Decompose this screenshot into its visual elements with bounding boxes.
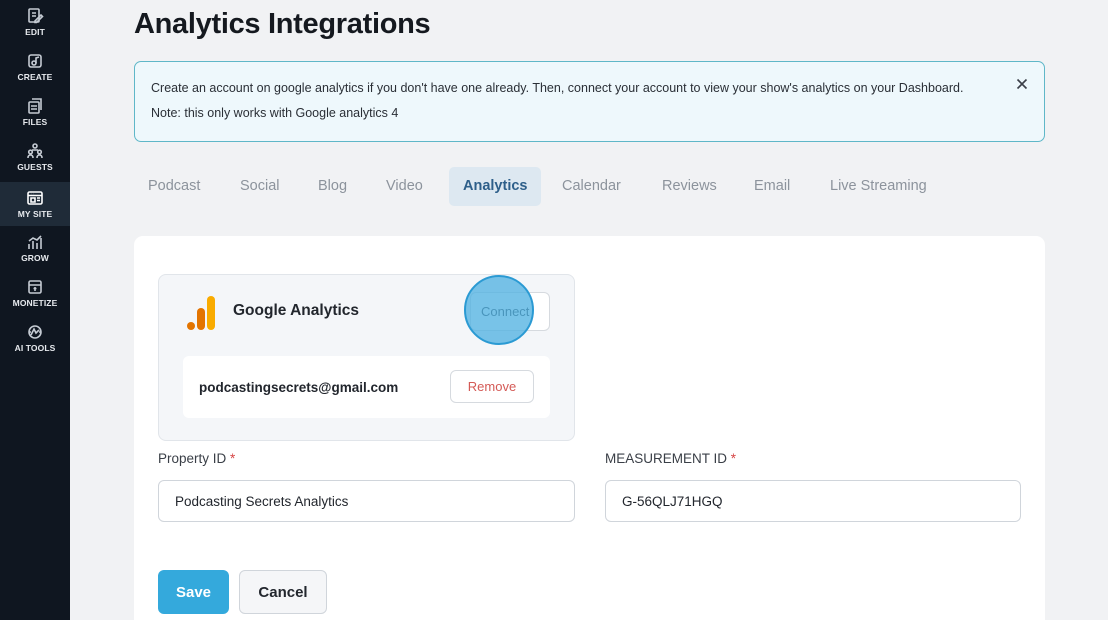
required-marker: * bbox=[230, 451, 236, 466]
sidebar-item-label: AI TOOLS bbox=[14, 343, 56, 353]
ai-tools-icon bbox=[28, 325, 42, 339]
tab-analytics[interactable]: Analytics bbox=[449, 167, 542, 206]
sidebar-item-label: GROW bbox=[21, 253, 49, 263]
save-button[interactable]: Save bbox=[158, 570, 229, 614]
monetize-icon bbox=[28, 280, 42, 294]
tab-email[interactable]: Email bbox=[740, 167, 804, 206]
property-id-input[interactable] bbox=[158, 480, 575, 522]
sidebar-item-files[interactable]: FILES bbox=[0, 90, 70, 134]
sidebar-item-create[interactable]: CREATE bbox=[0, 45, 70, 89]
info-text: Create an account on google analytics if… bbox=[151, 81, 964, 95]
measurement-id-label: MEASUREMENT ID * bbox=[605, 451, 737, 466]
edit-icon bbox=[28, 8, 44, 24]
sidebar: EDIT CREATE FILES GUESTS MY SITE GROW MO… bbox=[0, 0, 70, 620]
account-email: podcastingsecrets@gmail.com bbox=[199, 380, 399, 395]
google-analytics-logo-icon bbox=[187, 296, 215, 330]
create-icon bbox=[28, 54, 42, 68]
sidebar-item-label: EDIT bbox=[25, 27, 45, 37]
close-icon[interactable] bbox=[1014, 76, 1030, 92]
sidebar-item-grow[interactable]: GROW bbox=[0, 226, 70, 270]
sidebar-item-guests[interactable]: GUESTS bbox=[0, 135, 70, 179]
sidebar-item-label: MONETIZE bbox=[12, 298, 58, 308]
sidebar-item-monetize[interactable]: MONETIZE bbox=[0, 271, 70, 315]
info-banner: Create an account on google analytics if… bbox=[134, 61, 1045, 142]
site-icon bbox=[27, 191, 43, 205]
files-icon bbox=[28, 98, 42, 114]
tab-social[interactable]: Social bbox=[226, 167, 294, 206]
sidebar-item-edit[interactable]: EDIT bbox=[0, 0, 70, 44]
tab-live-streaming[interactable]: Live Streaming bbox=[816, 167, 941, 206]
cancel-button[interactable]: Cancel bbox=[239, 570, 327, 614]
sidebar-item-label: MY SITE bbox=[17, 209, 53, 219]
tab-video[interactable]: Video bbox=[372, 167, 437, 206]
measurement-id-input[interactable] bbox=[605, 480, 1021, 522]
tab-reviews[interactable]: Reviews bbox=[648, 167, 731, 206]
page-title: Analytics Integrations bbox=[134, 8, 431, 40]
property-id-label: Property ID * bbox=[158, 451, 236, 466]
guests-icon bbox=[27, 143, 43, 159]
integration-name: Google Analytics bbox=[233, 302, 360, 319]
sidebar-item-ai-tools[interactable]: AI TOOLS bbox=[0, 316, 70, 360]
grow-icon bbox=[28, 235, 42, 249]
remove-button[interactable]: Remove bbox=[450, 370, 534, 403]
sidebar-item-my-site[interactable]: MY SITE bbox=[0, 182, 70, 226]
tab-calendar[interactable]: Calendar bbox=[548, 167, 635, 206]
required-marker: * bbox=[730, 451, 737, 466]
info-note: Note: this only works with Google analyt… bbox=[151, 106, 399, 120]
connect-button[interactable]: Connect bbox=[470, 292, 550, 331]
sidebar-item-label: CREATE bbox=[17, 72, 53, 82]
sidebar-item-label: FILES bbox=[22, 117, 48, 127]
sidebar-item-label: GUESTS bbox=[17, 162, 53, 172]
connected-account: podcastingsecrets@gmail.com Remove bbox=[183, 356, 550, 418]
tab-blog[interactable]: Blog bbox=[304, 167, 361, 206]
tab-podcast[interactable]: Podcast bbox=[134, 167, 214, 206]
google-analytics-card: Google Analytics Connect podcastingsecre… bbox=[158, 274, 575, 441]
